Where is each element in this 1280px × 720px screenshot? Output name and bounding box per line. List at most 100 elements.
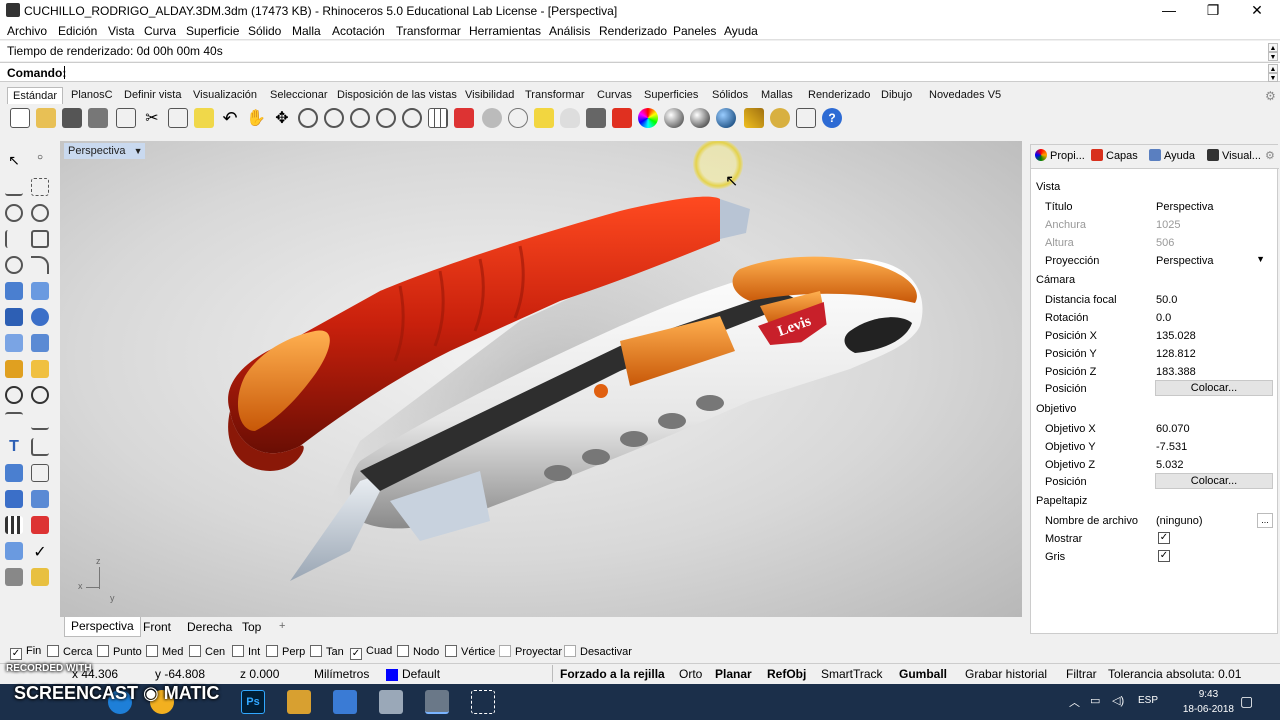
tab-visualizacion[interactable]: Visualización — [193, 89, 257, 101]
menu-edicion[interactable]: Edición — [58, 24, 97, 38]
menu-acotacion[interactable]: Acotación — [332, 24, 385, 38]
fillet-icon[interactable] — [31, 256, 49, 274]
row-proyeccion[interactable]: Proyección Perspectiva ▼ — [1031, 252, 1277, 270]
point-icon[interactable]: ○ — [31, 152, 49, 170]
gear-icon[interactable] — [482, 108, 502, 128]
command-scroll-down[interactable]: ▼ — [1268, 73, 1278, 82]
viewport-layout-icon[interactable] — [428, 108, 448, 128]
panel-settings-icon[interactable]: ⚙ — [1265, 149, 1275, 162]
menu-malla[interactable]: Malla — [292, 24, 321, 38]
gumball-icon[interactable] — [31, 516, 49, 534]
drape-icon[interactable] — [5, 568, 23, 586]
group-icon[interactable] — [5, 464, 23, 482]
snap-to-grid-toggle[interactable]: Forzado a la rejilla — [560, 667, 665, 681]
tab-curvas[interactable]: Curvas — [597, 89, 632, 101]
copy-icon[interactable] — [168, 108, 188, 128]
camera-z-field[interactable]: 183.388 — [1156, 366, 1196, 378]
language-indicator[interactable]: ESP — [1138, 695, 1158, 706]
osnap-desactivar[interactable]: Desactivar — [564, 645, 632, 658]
dimension-icon[interactable] — [31, 438, 49, 456]
menu-ayuda[interactable]: Ayuda — [724, 24, 758, 38]
volume-icon[interactable]: ◁) — [1112, 694, 1124, 707]
pan-hand-icon[interactable]: ✋ — [246, 108, 266, 128]
file-explorer-icon[interactable] — [287, 690, 311, 714]
cylinder-icon[interactable] — [5, 334, 23, 352]
units-label[interactable]: Milímetros — [314, 667, 369, 681]
photoshop-icon[interactable]: Ps — [241, 690, 265, 714]
rendered-sphere-icon[interactable] — [690, 108, 710, 128]
tab-seleccionar[interactable]: Seleccionar — [270, 89, 327, 101]
osnap-toggle[interactable]: RefObj — [767, 667, 806, 681]
target-z-field[interactable]: 5.032 — [1156, 459, 1184, 471]
array-icon[interactable] — [5, 516, 23, 534]
import-icon[interactable] — [116, 108, 136, 128]
osnap-fin[interactable]: ✓ Fin — [10, 645, 41, 660]
mesh-icon[interactable] — [31, 334, 49, 352]
offset-icon[interactable] — [5, 412, 23, 430]
transform-icon[interactable] — [5, 360, 23, 378]
value-titulo[interactable]: Perspectiva — [1156, 201, 1213, 213]
command-scroll-up[interactable]: ▲ — [1268, 64, 1278, 73]
maximize-button[interactable]: ❐ — [1190, 0, 1236, 22]
text-icon[interactable]: T — [5, 438, 23, 456]
menu-herramientas[interactable]: Herramientas — [469, 24, 541, 38]
menu-vista[interactable]: Vista — [108, 24, 134, 38]
network-icon[interactable]: ▭ — [1090, 694, 1100, 707]
osnap-nodo[interactable]: Nodo — [397, 645, 439, 658]
osnap-vertice[interactable]: Vértice — [445, 645, 495, 658]
select-arrow-icon[interactable]: ↖ — [5, 152, 23, 170]
zoom-all-icon[interactable] — [402, 108, 422, 128]
move-view-icon[interactable]: ✥ — [272, 108, 292, 128]
osnap-tan[interactable]: Tan — [310, 645, 344, 658]
options-gear-icon[interactable] — [770, 108, 790, 128]
rectangle-icon[interactable] — [31, 230, 49, 248]
focal-length-field[interactable]: 50.0 — [1156, 294, 1177, 306]
curve-icon[interactable] — [31, 178, 49, 196]
solid-tools-icon[interactable] — [5, 490, 23, 508]
zoom-window-icon[interactable] — [324, 108, 344, 128]
arc-icon[interactable] — [5, 230, 23, 248]
object-properties-icon[interactable] — [534, 108, 554, 128]
menu-transformar[interactable]: Transformar — [396, 24, 461, 38]
tab-mallas[interactable]: Mallas — [761, 89, 793, 101]
analyze-icon[interactable] — [31, 360, 49, 378]
osnap-proyectar[interactable]: Proyectar — [499, 645, 562, 658]
panel-tab-properties[interactable]: Propi... — [1035, 149, 1085, 162]
extrude-icon[interactable] — [5, 542, 23, 560]
browse-file-button[interactable]: ... — [1257, 513, 1273, 528]
panel-tab-display[interactable]: Visual... — [1207, 149, 1261, 162]
menu-curva[interactable]: Curva — [144, 24, 176, 38]
boolean-icon[interactable] — [5, 386, 23, 404]
zoom-icon[interactable] — [298, 108, 318, 128]
target-y-field[interactable]: -7.531 — [1156, 441, 1187, 453]
chevron-down-icon[interactable]: ▼ — [1256, 254, 1265, 264]
target-place-button[interactable]: Colocar... — [1155, 473, 1273, 489]
zoom-selected-icon[interactable] — [376, 108, 396, 128]
tab-transformar[interactable]: Transformar — [525, 89, 585, 101]
command-input-caret[interactable] — [64, 66, 65, 79]
pencil-icon[interactable] — [744, 108, 764, 128]
open-file-icon[interactable] — [36, 108, 56, 128]
render-icon[interactable] — [716, 108, 736, 128]
save-icon[interactable] — [62, 108, 82, 128]
gray-wallpaper-checkbox[interactable]: ✓ — [1158, 550, 1170, 562]
car-icon[interactable] — [454, 108, 474, 128]
gumball-toggle[interactable]: Gumball — [899, 667, 947, 681]
viewport-tab-front[interactable]: Front — [143, 620, 171, 634]
commands-icon[interactable] — [796, 108, 816, 128]
zoom-extents-icon[interactable] — [350, 108, 370, 128]
cut-icon[interactable]: ✂ — [142, 108, 162, 128]
camera-x-field[interactable]: 135.028 — [1156, 330, 1196, 342]
minimize-button[interactable]: — — [1146, 0, 1192, 22]
rhino-taskbar-icon[interactable] — [379, 690, 403, 714]
panel-tab-help[interactable]: Ayuda — [1149, 149, 1195, 162]
mesh-tools-icon[interactable] — [31, 490, 49, 508]
screen-capture-icon[interactable] — [471, 690, 495, 714]
osnap-cuad[interactable]: ✓ Cuad — [350, 645, 392, 660]
tab-visibilidad[interactable]: Visibilidad — [465, 89, 514, 101]
history-scroll-up[interactable]: ▲ — [1268, 43, 1278, 52]
tab-definir-vista[interactable]: Definir vista — [124, 89, 181, 101]
light-bulb-icon[interactable] — [560, 108, 580, 128]
close-button[interactable]: ✕ — [1234, 0, 1280, 22]
check-icon[interactable]: ✓ — [31, 542, 49, 561]
